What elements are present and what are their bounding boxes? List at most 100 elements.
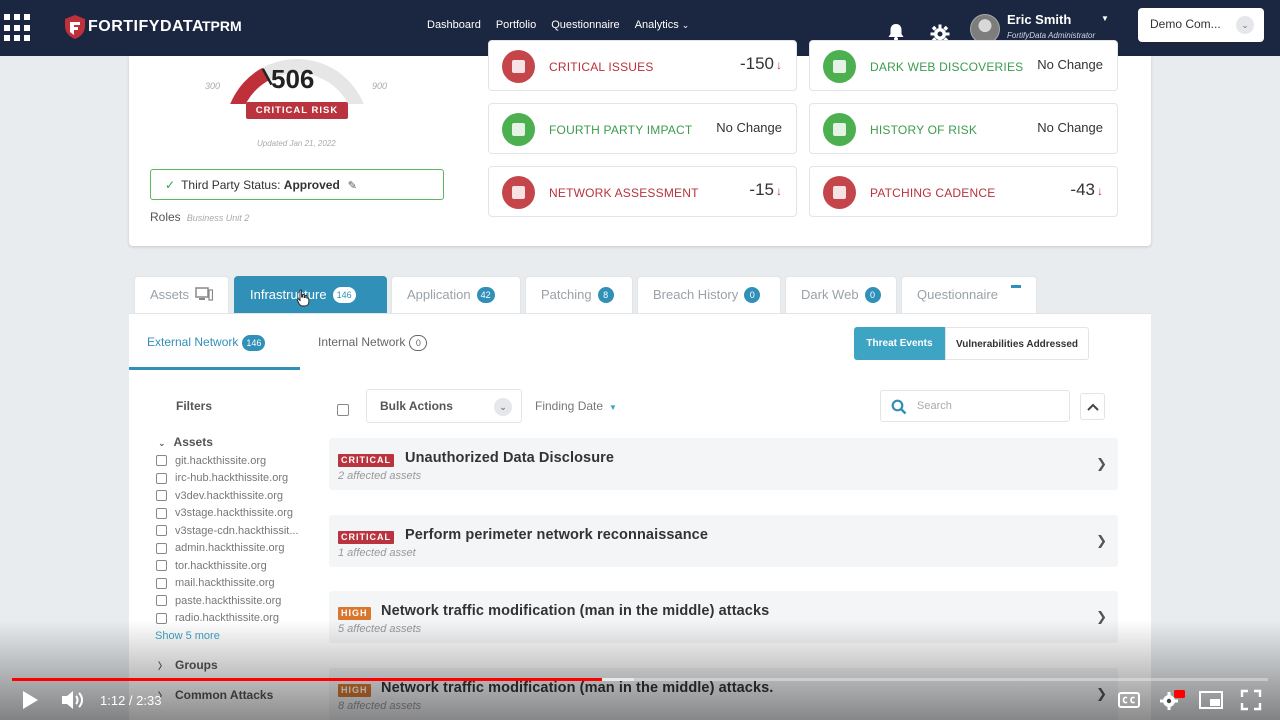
checkbox[interactable] [156,525,167,537]
tab-application[interactable]: Application 42 [391,276,521,313]
search-input[interactable]: Search [880,390,1070,422]
bulk-actions-select[interactable]: Bulk Actions ⌄ [366,389,522,423]
volume-icon[interactable] [60,688,86,712]
finding-row[interactable]: HIGH Network traffic modification (man i… [329,668,1118,720]
nav-questionnaire[interactable]: Questionnaire [551,19,620,31]
play-icon[interactable] [20,688,40,712]
video-progress-bar[interactable] [12,678,1268,681]
subtab-count: 0 [409,335,428,351]
asset-name: tor.hackthissite.org [175,559,267,572]
list-item[interactable]: paste.hackthissite.org [156,592,299,610]
calendar-icon [823,113,856,146]
checkbox[interactable] [156,560,167,572]
tab-dark-web[interactable]: Dark Web 0 [785,276,897,313]
metric-network-assessment[interactable]: NETWORK ASSESSMENT -15 ↓ [488,166,797,217]
fullscreen-icon[interactable] [1240,688,1262,712]
list-item[interactable]: v3dev.hackthissite.org [156,487,299,505]
tab-label: Patching [541,287,592,302]
threat-events-toggle[interactable]: Threat Events [854,327,945,360]
subtab-internal-network[interactable]: Internal Network 0 [318,335,428,351]
metric-dark-web-discoveries[interactable]: DARK WEB DISCOVERIES No Change [809,40,1118,91]
subtab-label: Internal Network [318,335,406,349]
asset-name: v3stage.hackthissite.org [175,507,294,520]
checkbox[interactable] [156,455,167,467]
third-party-status: ✓ Third Party Status: Approved ✎ [150,169,444,200]
dash-icon [1011,285,1021,288]
list-item[interactable]: tor.hackthissite.org [156,557,299,575]
metric-value: -43 ↓ [1070,180,1103,200]
checkbox[interactable] [156,472,167,484]
brand-logo[interactable]: FORTIFYDATA [64,10,204,44]
asset-name: v3dev.hackthissite.org [175,489,284,502]
finding-affected-assets: 1 affected asset [338,547,416,559]
common-attacks-filter-header[interactable]: 〉 Common Attacks [158,688,273,702]
dark-web-icon [823,50,856,83]
settings-icon[interactable] [1158,688,1186,712]
metric-critical-issues[interactable]: CRITICAL ISSUES -150 ↓ [488,40,797,91]
vulnerabilities-addressed-toggle[interactable]: Vulnerabilities Addressed [945,327,1089,360]
filters-title: Filters [176,399,213,413]
nav-analytics[interactable]: Analytics ⌄ [635,19,690,31]
checkbox[interactable] [156,507,167,519]
asset-name: mail.hackthissite.org [175,577,275,590]
subtab-external-network[interactable]: External Network 146 [147,335,266,351]
metric-value-number: -150 [739,54,774,73]
tab-patching[interactable]: Patching 8 [525,276,633,313]
finding-row[interactable]: CRITICAL Perform perimeter network recon… [329,515,1118,567]
finding-row[interactable]: HIGH Network traffic modification (man i… [329,591,1118,643]
captions-icon[interactable] [1117,688,1141,712]
list-item[interactable]: mail.hackthissite.org [156,575,299,593]
finding-row[interactable]: CRITICAL Unauthorized Data Disclosure 2 … [329,438,1118,490]
metric-patching-cadence[interactable]: PATCHING CADENCE -43 ↓ [809,166,1118,217]
caret-down-icon[interactable]: ▼ [1101,14,1109,23]
checkbox[interactable] [156,612,167,624]
arrow-down-icon: ↓ [776,184,782,198]
checkbox[interactable] [156,542,167,554]
asset-filter-list: git.hackthissite.org irc-hub.hackthissit… [156,452,299,627]
nav-dashboard[interactable]: Dashboard [427,19,481,31]
assets-filter-header[interactable]: ⌄ Assets [158,435,213,449]
risk-level-badge: CRITICAL RISK [246,102,348,119]
user-name[interactable]: Eric Smith [1007,12,1071,27]
list-item[interactable]: git.hackthissite.org [156,452,299,470]
gauge-max: 900 [372,81,388,91]
finding-date-sort[interactable]: Finding Date ▼ [535,399,617,413]
collapse-button[interactable] [1080,393,1105,420]
tab-breach-history[interactable]: Breach History 0 [637,276,781,313]
app-grid-icon[interactable] [4,14,32,42]
show-more-link[interactable]: Show 5 more [155,630,220,642]
list-item[interactable]: admin.hackthissite.org [156,540,299,558]
miniplayer-icon[interactable] [1198,688,1224,712]
metric-value: No Change [1037,120,1103,135]
list-item[interactable]: v3stage-cdn.hackthissit... [156,522,299,540]
company-select[interactable]: Demo Com... ⌄ [1138,8,1264,42]
asset-name: admin.hackthissite.org [175,542,285,555]
tab-label: Assets [150,287,190,302]
list-item[interactable]: irc-hub.hackthissite.org [156,470,299,488]
critical-issues-icon [502,50,535,83]
metric-value-number: -15 [749,180,774,199]
nav-portfolio[interactable]: Portfolio [489,19,545,57]
list-item[interactable]: v3stage.hackthissite.org [156,505,299,523]
brand-mark-icon [64,14,86,40]
groups-filter-header[interactable]: 〉 Groups [158,658,218,672]
checkbox[interactable] [156,595,167,607]
pencil-icon[interactable]: ✎ [348,180,357,192]
tab-label: Dark Web [801,287,859,302]
tab-infrastructure[interactable]: Infrastructure 146 [234,276,387,313]
search-icon [891,399,907,418]
metric-fourth-party-impact[interactable]: FOURTH PARTY IMPACT No Change [488,103,797,154]
checkbox[interactable] [156,490,167,502]
tab-assets[interactable]: Assets [134,276,229,313]
tab-questionnaire[interactable]: Questionnaire [901,276,1037,313]
finding-title: Network traffic modification (man in the… [381,603,770,619]
checkbox[interactable] [156,577,167,589]
tab-count: 146 [332,287,356,303]
status-value: Approved [283,178,340,192]
list-item[interactable]: radio.hackthissite.org [156,610,299,628]
severity-badge: CRITICAL [338,531,394,544]
metric-history-of-risk[interactable]: HISTORY OF RISK No Change [809,103,1118,154]
tab-count: 42 [476,287,495,303]
metric-value: No Change [1037,57,1103,72]
select-all-checkbox[interactable] [337,404,349,416]
